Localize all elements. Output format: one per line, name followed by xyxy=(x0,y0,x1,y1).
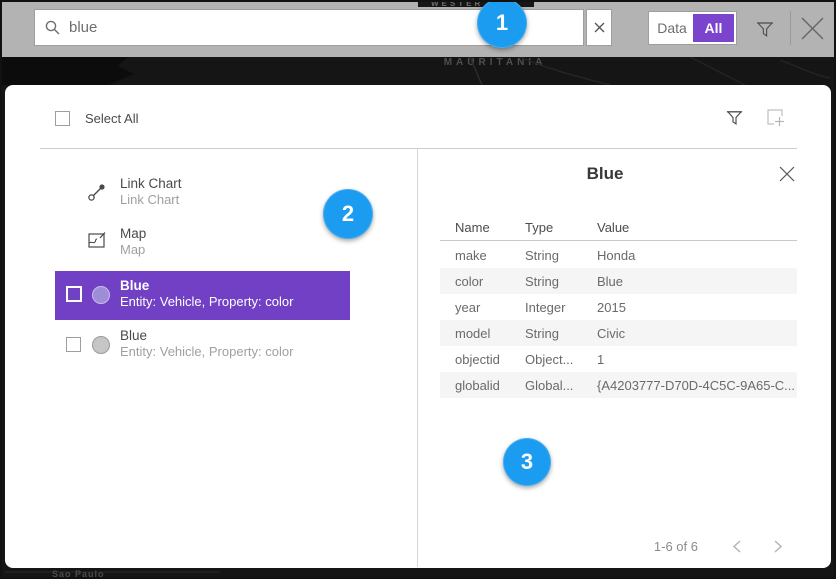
table-header-divider xyxy=(440,240,797,241)
add-selection-icon xyxy=(766,108,786,128)
select-all-checkbox[interactable] xyxy=(55,111,70,126)
cell-type: String xyxy=(525,274,597,289)
table-row[interactable]: color String Blue xyxy=(440,268,797,294)
cell-value: 2015 xyxy=(597,300,797,315)
callout-3: 3 xyxy=(503,438,551,486)
list-item-title: Link Chart xyxy=(120,176,182,191)
item-checkbox[interactable] xyxy=(66,286,82,302)
header-divider xyxy=(40,148,797,149)
cell-value: Blue xyxy=(597,274,797,289)
panel-filter-button[interactable] xyxy=(722,106,746,130)
cell-type: String xyxy=(525,326,597,341)
cell-type: Global... xyxy=(525,378,597,393)
clear-x-icon xyxy=(594,22,605,33)
map-label-bottom: Sao Paulo xyxy=(52,569,105,579)
clear-search-button[interactable] xyxy=(586,9,612,46)
list-item-subtitle: Map xyxy=(120,242,145,257)
cell-name: objectid xyxy=(440,352,525,367)
column-header-name: Name xyxy=(440,220,525,235)
search-toolbar: Data All xyxy=(0,0,836,57)
table-row[interactable]: year Integer 2015 xyxy=(440,294,797,320)
filter-funnel-icon xyxy=(726,109,743,127)
cell-value: 1 xyxy=(597,352,797,367)
table-row[interactable]: globalid Global... {A4203777-D70D-4C5C-9… xyxy=(440,372,797,398)
pagination-next-button[interactable] xyxy=(768,536,788,556)
list-item-blue[interactable]: Blue Entity: Vehicle, Property: color xyxy=(55,322,350,371)
toolbar-divider xyxy=(790,11,791,45)
list-item-map[interactable]: Map Map xyxy=(40,222,350,266)
app-screen: MAURITANIA Sao Paulo Data All xyxy=(0,0,836,579)
list-item-blue-selected[interactable]: Blue Entity: Vehicle, Property: color xyxy=(55,271,350,320)
chevron-left-icon xyxy=(733,540,741,553)
list-item-title: Map xyxy=(120,226,146,241)
toggle-option-all[interactable]: All xyxy=(693,14,734,42)
filter-funnel-icon xyxy=(756,20,774,39)
toolbar-filter-button[interactable] xyxy=(753,17,777,41)
pagination-label: 1-6 of 6 xyxy=(628,539,698,554)
cell-name: make xyxy=(440,248,525,263)
list-item-subtitle: Link Chart xyxy=(120,192,179,207)
close-icon xyxy=(779,166,795,182)
cell-name: globalid xyxy=(440,378,525,393)
link-chart-icon xyxy=(87,182,107,202)
table-header-row: Name Type Value xyxy=(440,214,797,240)
list-item-subtitle: Entity: Vehicle, Property: color xyxy=(120,344,293,359)
table-row[interactable]: objectid Object... 1 xyxy=(440,346,797,372)
entity-circle-icon xyxy=(92,286,110,304)
cell-type: Integer xyxy=(525,300,597,315)
cell-name: model xyxy=(440,326,525,341)
chevron-right-icon xyxy=(774,540,782,553)
callout-2: 2 xyxy=(323,189,373,239)
cell-type: String xyxy=(525,248,597,263)
table-row[interactable]: make String Honda xyxy=(440,242,797,268)
item-checkbox[interactable] xyxy=(66,337,81,352)
detail-close-button[interactable] xyxy=(777,164,797,184)
list-item-title: Blue xyxy=(120,278,149,293)
list-item-subtitle: Entity: Vehicle, Property: color xyxy=(120,294,293,309)
close-icon xyxy=(800,16,825,41)
list-item-link-chart[interactable]: Link Chart Link Chart xyxy=(40,172,350,216)
column-header-value: Value xyxy=(597,220,797,235)
cell-value: {A4203777-D70D-4C5C-9A65-C... xyxy=(597,378,797,393)
panel-divider xyxy=(417,149,418,567)
cell-name: year xyxy=(440,300,525,315)
cell-name: color xyxy=(440,274,525,289)
entity-circle-icon xyxy=(92,336,110,354)
pagination-prev-button[interactable] xyxy=(727,536,747,556)
scope-toggle: Data All xyxy=(648,11,737,45)
select-all-label: Select All xyxy=(85,111,138,127)
toggle-option-data[interactable]: Data xyxy=(651,14,693,42)
add-selection-button[interactable] xyxy=(764,106,788,130)
cell-value: Honda xyxy=(597,248,797,263)
search-icon xyxy=(35,20,69,35)
callout-1: 1 xyxy=(477,0,527,48)
list-item-title: Blue xyxy=(120,328,147,343)
map-icon xyxy=(87,230,107,250)
cell-type: Object... xyxy=(525,352,597,367)
table-row[interactable]: model String Civic xyxy=(440,320,797,346)
toolbar-close-button[interactable] xyxy=(799,15,826,42)
column-header-type: Type xyxy=(525,220,597,235)
detail-title: Blue xyxy=(440,164,770,184)
cell-value: Civic xyxy=(597,326,797,341)
